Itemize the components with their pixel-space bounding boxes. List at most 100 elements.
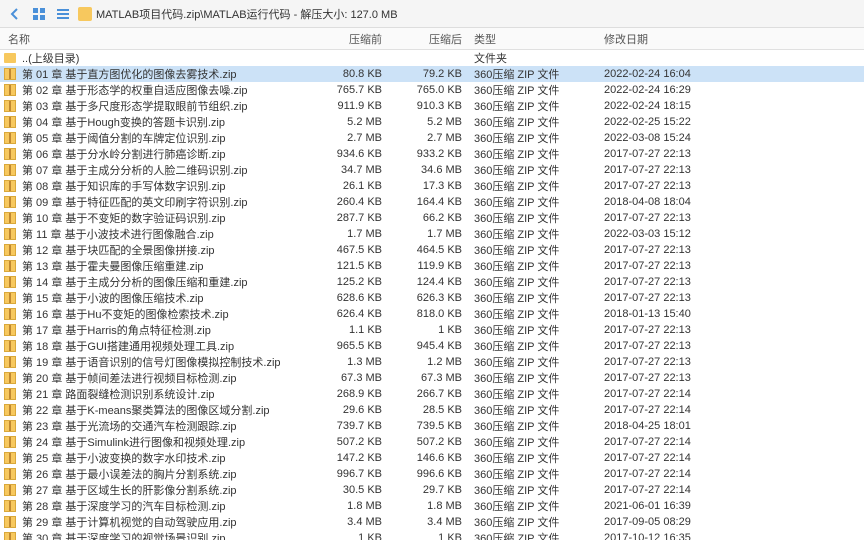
file-name: 第 03 章 基于多尺度形态学提取眼前节组织.zip	[22, 98, 310, 114]
file-row[interactable]: 第 02 章 基于形态学的权重自适应图像去噪.zip765.7 KB765.0 …	[0, 82, 864, 98]
file-row[interactable]: 第 15 章 基于小波的图像压缩技术.zip628.6 KB626.3 KB36…	[0, 290, 864, 306]
file-row[interactable]: 第 20 章 基于帧间差法进行视频目标检测.zip67.3 MB67.3 MB3…	[0, 370, 864, 386]
file-size-after: 124.4 KB	[390, 276, 470, 288]
file-name: 第 01 章 基于直方图优化的图像去雾技术.zip	[22, 66, 310, 82]
col-type[interactable]: 类型	[470, 28, 600, 49]
file-size-after: 164.4 KB	[390, 196, 470, 208]
file-date: 2022-03-03 15:12	[600, 228, 864, 240]
zip-icon	[4, 227, 18, 241]
file-size-after: 1.7 MB	[390, 228, 470, 240]
breadcrumb[interactable]: MATLAB项目代码.zip\MATLAB运行代码 - 解压大小: 127.0 …	[78, 6, 858, 22]
zip-icon	[4, 131, 18, 145]
file-row[interactable]: 第 29 章 基于计算机视觉的自动驾驶应用.zip3.4 MB3.4 MB360…	[0, 514, 864, 530]
zip-icon	[4, 531, 18, 540]
file-row[interactable]: 第 28 章 基于深度学习的汽车目标检测.zip1.8 MB1.8 MB360压…	[0, 498, 864, 514]
file-size-before: 268.9 KB	[310, 388, 390, 400]
file-size-after: 266.7 KB	[390, 388, 470, 400]
file-type: 360压缩 ZIP 文件	[470, 130, 600, 146]
file-date: 2017-07-27 22:13	[600, 244, 864, 256]
file-size-before: 628.6 KB	[310, 292, 390, 304]
file-row[interactable]: 第 14 章 基于主成分分析的图像压缩和重建.zip125.2 KB124.4 …	[0, 274, 864, 290]
file-row[interactable]: 第 05 章 基于阈值分割的车牌定位识别.zip2.7 MB2.7 MB360压…	[0, 130, 864, 146]
zip-icon	[4, 387, 18, 401]
file-date: 2017-07-27 22:13	[600, 148, 864, 160]
file-row[interactable]: 第 23 章 基于光流场的交通汽车检测跟踪.zip739.7 KB739.5 K…	[0, 418, 864, 434]
file-size-after: 1 KB	[390, 532, 470, 540]
col-date[interactable]: 修改日期	[600, 28, 864, 49]
file-name: 第 24 章 基于Simulink进行图像和视频处理.zip	[22, 434, 310, 450]
file-date: 2017-07-27 22:13	[600, 324, 864, 336]
file-type: 360压缩 ZIP 文件	[470, 98, 600, 114]
file-row[interactable]: 第 08 章 基于知识库的手写体数字识别.zip26.1 KB17.3 KB36…	[0, 178, 864, 194]
view-list-button[interactable]	[54, 5, 72, 23]
zip-icon	[4, 275, 18, 289]
file-row[interactable]: 第 25 章 基于小波变换的数字水印技术.zip147.2 KB146.6 KB…	[0, 450, 864, 466]
file-row[interactable]: 第 10 章 基于不变矩的数字验证码识别.zip287.7 KB66.2 KB3…	[0, 210, 864, 226]
file-date: 2022-03-08 15:24	[600, 132, 864, 144]
file-row[interactable]: 第 06 章 基于分水岭分割进行肺癌诊断.zip934.6 KB933.2 KB…	[0, 146, 864, 162]
file-date: 2017-07-27 22:13	[600, 372, 864, 384]
file-type: 360压缩 ZIP 文件	[470, 146, 600, 162]
view-icons-button[interactable]	[30, 5, 48, 23]
file-date: 2017-07-27 22:13	[600, 212, 864, 224]
file-name: 第 04 章 基于Hough变换的答题卡识别.zip	[22, 114, 310, 130]
file-date: 2017-07-27 22:13	[600, 276, 864, 288]
file-row[interactable]: 第 19 章 基于语音识别的信号灯图像模拟控制技术.zip1.3 MB1.2 M…	[0, 354, 864, 370]
zip-icon	[4, 355, 18, 369]
file-size-before: 29.6 KB	[310, 404, 390, 416]
file-type: 360压缩 ZIP 文件	[470, 514, 600, 530]
file-size-after: 996.6 KB	[390, 468, 470, 480]
file-list[interactable]: ..(上级目录) 文件夹 第 01 章 基于直方图优化的图像去雾技术.zip80…	[0, 50, 864, 540]
file-row[interactable]: 第 13 章 基于霍夫曼图像压缩重建.zip121.5 KB119.9 KB36…	[0, 258, 864, 274]
file-size-before: 1.1 KB	[310, 324, 390, 336]
file-row[interactable]: 第 16 章 基于Hu不变矩的图像检索技术.zip626.4 KB818.0 K…	[0, 306, 864, 322]
file-date: 2022-02-24 16:04	[600, 68, 864, 80]
file-row[interactable]: 第 21 章 路面裂缝检测识别系统设计.zip268.9 KB266.7 KB3…	[0, 386, 864, 402]
file-row[interactable]: 第 18 章 基于GUI搭建通用视频处理工具.zip965.5 KB945.4 …	[0, 338, 864, 354]
col-after[interactable]: 压缩后	[390, 28, 470, 49]
file-size-after: 146.6 KB	[390, 452, 470, 464]
col-name[interactable]: 名称	[0, 28, 310, 49]
parent-dir-row[interactable]: ..(上级目录) 文件夹	[0, 50, 864, 66]
file-size-after: 2.7 MB	[390, 132, 470, 144]
file-type: 360压缩 ZIP 文件	[470, 162, 600, 178]
file-row[interactable]: 第 09 章 基于特征匹配的英文印刷字符识别.zip260.4 KB164.4 …	[0, 194, 864, 210]
file-type: 360压缩 ZIP 文件	[470, 482, 600, 498]
file-size-before: 467.5 KB	[310, 244, 390, 256]
file-date: 2022-02-24 18:15	[600, 100, 864, 112]
file-row[interactable]: 第 30 章 基于深度学习的视觉场景识别.zip1 KB1 KB360压缩 ZI…	[0, 530, 864, 540]
parent-dir-type: 文件夹	[470, 50, 600, 66]
file-name: 第 26 章 基于最小误差法的胸片分割系统.zip	[22, 466, 310, 482]
file-row[interactable]: 第 07 章 基于主成分分析的人脸二维码识别.zip34.7 MB34.6 MB…	[0, 162, 864, 178]
parent-dir-label: ..(上级目录)	[22, 50, 310, 66]
file-row[interactable]: 第 26 章 基于最小误差法的胸片分割系统.zip996.7 KB996.6 K…	[0, 466, 864, 482]
file-size-before: 739.7 KB	[310, 420, 390, 432]
back-button[interactable]	[6, 5, 24, 23]
file-size-before: 1.3 MB	[310, 356, 390, 368]
file-name: 第 23 章 基于光流场的交通汽车检测跟踪.zip	[22, 418, 310, 434]
file-name: 第 22 章 基于K-means聚类算法的图像区域分割.zip	[22, 402, 310, 418]
file-size-after: 626.3 KB	[390, 292, 470, 304]
file-row[interactable]: 第 22 章 基于K-means聚类算法的图像区域分割.zip29.6 KB28…	[0, 402, 864, 418]
col-before[interactable]: 压缩前	[310, 28, 390, 49]
zip-icon	[4, 99, 18, 113]
zip-icon	[4, 451, 18, 465]
file-name: 第 17 章 基于Harris的角点特征检测.zip	[22, 322, 310, 338]
file-row[interactable]: 第 11 章 基于小波技术进行图像融合.zip1.7 MB1.7 MB360压缩…	[0, 226, 864, 242]
zip-icon	[4, 371, 18, 385]
file-size-after: 739.5 KB	[390, 420, 470, 432]
file-row[interactable]: 第 03 章 基于多尺度形态学提取眼前节组织.zip911.9 KB910.3 …	[0, 98, 864, 114]
file-row[interactable]: 第 17 章 基于Harris的角点特征检测.zip1.1 KB1 KB360压…	[0, 322, 864, 338]
file-size-before: 5.2 MB	[310, 116, 390, 128]
file-size-before: 2.7 MB	[310, 132, 390, 144]
zip-icon	[4, 515, 18, 529]
file-row[interactable]: 第 01 章 基于直方图优化的图像去雾技术.zip80.8 KB79.2 KB3…	[0, 66, 864, 82]
file-size-before: 34.7 MB	[310, 164, 390, 176]
file-row[interactable]: 第 12 章 基于块匹配的全景图像拼接.zip467.5 KB464.5 KB3…	[0, 242, 864, 258]
file-size-before: 1.7 MB	[310, 228, 390, 240]
file-row[interactable]: 第 04 章 基于Hough变换的答题卡识别.zip5.2 MB5.2 MB36…	[0, 114, 864, 130]
file-date: 2017-07-27 22:13	[600, 164, 864, 176]
file-type: 360压缩 ZIP 文件	[470, 66, 600, 82]
file-row[interactable]: 第 27 章 基于区域生长的肝影像分割系统.zip30.5 KB29.7 KB3…	[0, 482, 864, 498]
file-row[interactable]: 第 24 章 基于Simulink进行图像和视频处理.zip507.2 KB50…	[0, 434, 864, 450]
